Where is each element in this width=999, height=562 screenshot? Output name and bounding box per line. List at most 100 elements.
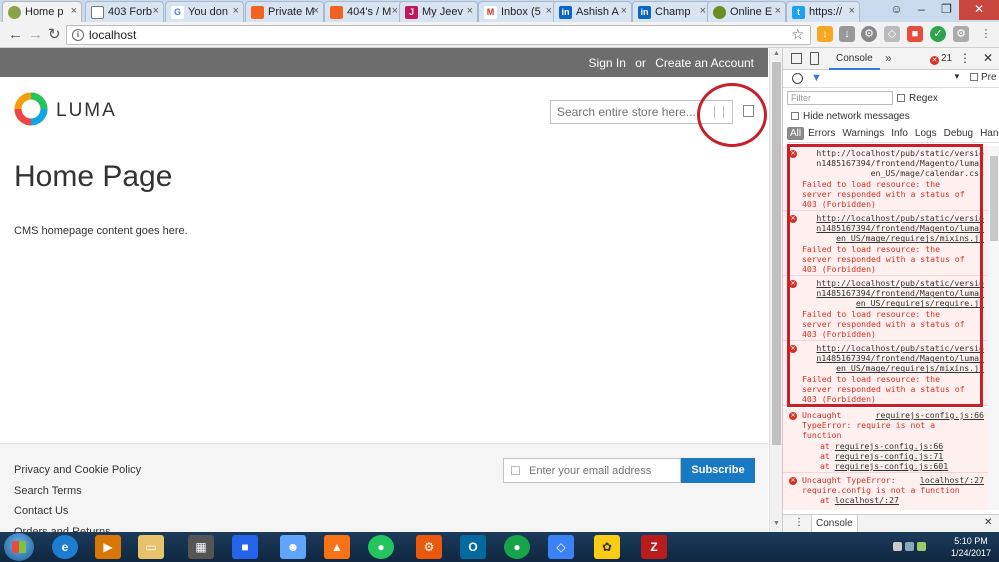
- level-all[interactable]: All: [787, 127, 805, 140]
- stack-link[interactable]: requirejs-config.js:601: [835, 461, 948, 471]
- context-dropdown-icon[interactable]: ▼: [953, 72, 961, 81]
- people-icon[interactable]: ☻: [280, 535, 306, 559]
- newsletter-email-input[interactable]: [529, 464, 677, 478]
- device-toolbar-icon[interactable]: [810, 52, 819, 65]
- close-icon[interactable]: ×: [153, 5, 159, 17]
- download-icon[interactable]: ↓: [817, 26, 833, 42]
- restore-icon[interactable]: ❐: [934, 0, 959, 20]
- user-icon[interactable]: ☺: [884, 0, 909, 20]
- footer-link-orders[interactable]: Orders and Returns: [14, 522, 141, 533]
- tab-403-forbidden[interactable]: 403 Forb ×: [85, 1, 164, 22]
- filter-funnel-icon[interactable]: ▼: [811, 72, 822, 84]
- star-icon[interactable]: ☆: [791, 26, 804, 43]
- close-icon[interactable]: ×: [700, 5, 706, 17]
- file-explorer-icon[interactable]: ▭: [138, 535, 164, 559]
- regex-option[interactable]: Regex: [897, 93, 938, 104]
- info-icon[interactable]: i: [72, 29, 84, 41]
- tab-linkedin-ashish[interactable]: in Ashish A ×: [553, 1, 632, 22]
- chrome-window-icon[interactable]: ●: [504, 535, 530, 559]
- tab-private-magento[interactable]: Private M ×: [245, 1, 324, 22]
- tab-google[interactable]: G You don ×: [165, 1, 244, 22]
- close-icon[interactable]: ×: [313, 5, 319, 17]
- clear-console-icon[interactable]: [792, 73, 803, 84]
- close-icon[interactable]: ×: [621, 5, 627, 17]
- close-icon[interactable]: ×: [467, 5, 473, 17]
- internet-explorer-icon[interactable]: e: [52, 535, 78, 559]
- level-debug[interactable]: Debug: [941, 127, 976, 140]
- menu-kebab-icon[interactable]: ⋮: [978, 26, 994, 42]
- virtualbox-icon[interactable]: ◇: [548, 535, 574, 559]
- tab-https[interactable]: t https:// ×: [786, 1, 860, 22]
- scrollbar-thumb[interactable]: [990, 156, 998, 241]
- console-scrollbar[interactable]: [988, 146, 999, 510]
- minimize-icon[interactable]: –: [909, 0, 934, 20]
- close-icon[interactable]: ×: [849, 5, 855, 17]
- footer-link-search-terms[interactable]: Search Terms: [14, 481, 141, 502]
- media-player-icon[interactable]: ▶: [95, 535, 121, 559]
- extension-color-icon[interactable]: ■: [907, 26, 923, 42]
- tray-network-icon[interactable]: [905, 542, 914, 551]
- chrome-icon[interactable]: ●: [368, 535, 394, 559]
- scroll-down-icon[interactable]: ▼: [773, 520, 780, 527]
- create-account-link[interactable]: Create an Account: [655, 56, 754, 70]
- close-icon[interactable]: ×: [71, 5, 77, 17]
- taskbar-clock[interactable]: 5:10 PM 1/24/2017: [951, 535, 991, 559]
- more-tabs-icon[interactable]: »: [885, 51, 892, 65]
- stack-link[interactable]: requirejs-config.js:71: [835, 451, 943, 461]
- close-icon[interactable]: ×: [775, 5, 781, 17]
- stack-link[interactable]: localhost/:27: [835, 495, 899, 505]
- tab-404-magento[interactable]: 404's / M ×: [324, 1, 403, 22]
- level-warnings[interactable]: Warnings: [839, 127, 887, 140]
- shield-extension-icon[interactable]: ◇: [884, 26, 900, 42]
- drawer-tab-console[interactable]: Console: [811, 515, 858, 533]
- error-count-badge[interactable]: ✕ 21: [930, 53, 952, 65]
- reload-icon[interactable]: ↻: [48, 26, 61, 44]
- tray-flag-icon[interactable]: [893, 542, 902, 551]
- regex-checkbox[interactable]: [897, 94, 905, 102]
- vlc-icon[interactable]: ▲: [324, 535, 350, 559]
- window-close-icon[interactable]: ✕: [959, 0, 999, 20]
- close-icon[interactable]: ×: [392, 5, 398, 17]
- apps-grid-icon[interactable]: ▦: [188, 535, 214, 559]
- level-logs[interactable]: Logs: [912, 127, 940, 140]
- close-icon[interactable]: ×: [546, 5, 552, 17]
- close-icon[interactable]: ×: [233, 5, 239, 17]
- drawer-menu-icon[interactable]: ⋮: [794, 517, 804, 528]
- preserve-log-option[interactable]: Pre: [970, 72, 997, 83]
- stack-link[interactable]: requirejs-config.js:66: [835, 441, 943, 451]
- sign-in-link[interactable]: Sign In: [589, 56, 626, 70]
- luma-logo-icon[interactable]: [14, 92, 48, 126]
- outlook-icon[interactable]: O: [460, 535, 486, 559]
- devtools-menu-icon[interactable]: ⋮: [959, 51, 971, 65]
- tab-my-jeevan[interactable]: J My Jeev ×: [399, 1, 478, 22]
- level-info[interactable]: Info: [888, 127, 911, 140]
- extension-gear-icon[interactable]: ⚙: [861, 26, 877, 42]
- console-filter-input[interactable]: Filter: [787, 91, 893, 105]
- tab-home-page[interactable]: Home p ×: [2, 1, 82, 23]
- forward-arrow-icon[interactable]: →: [28, 26, 43, 44]
- tab-console[interactable]: Console: [829, 48, 880, 70]
- back-arrow-icon[interactable]: ←: [8, 26, 23, 44]
- inspect-element-icon[interactable]: [791, 53, 802, 64]
- xampp-icon[interactable]: ✿: [594, 535, 620, 559]
- tab-online[interactable]: Online E ×: [707, 1, 786, 22]
- tool-icon[interactable]: ⚙: [416, 535, 442, 559]
- scrollbar-thumb[interactable]: [772, 62, 781, 445]
- hide-network-option[interactable]: Hide network messages: [791, 111, 910, 122]
- tray-volume-icon[interactable]: [917, 542, 926, 551]
- hide-network-checkbox[interactable]: [791, 112, 799, 120]
- source-link[interactable]: requirejs-config.js:66: [876, 410, 984, 420]
- tab-linkedin-champ[interactable]: in Champ ×: [632, 1, 711, 22]
- level-errors[interactable]: Errors: [805, 127, 838, 140]
- workbench-icon[interactable]: ■: [232, 535, 258, 559]
- filezilla-icon[interactable]: Z: [641, 535, 667, 559]
- start-button[interactable]: [4, 533, 34, 561]
- level-handled[interactable]: Handled: [977, 127, 999, 140]
- logo-text[interactable]: LUMA: [56, 100, 117, 122]
- devtools-close-icon[interactable]: ✕: [983, 51, 993, 65]
- tab-inbox[interactable]: M Inbox (5 ×: [478, 1, 557, 22]
- subscribe-button[interactable]: Subscribe: [681, 458, 755, 483]
- check-extension-icon[interactable]: ✓: [930, 26, 946, 42]
- address-bar[interactable]: i localhost ☆: [66, 25, 811, 45]
- footer-link-privacy[interactable]: Privacy and Cookie Policy: [14, 460, 141, 481]
